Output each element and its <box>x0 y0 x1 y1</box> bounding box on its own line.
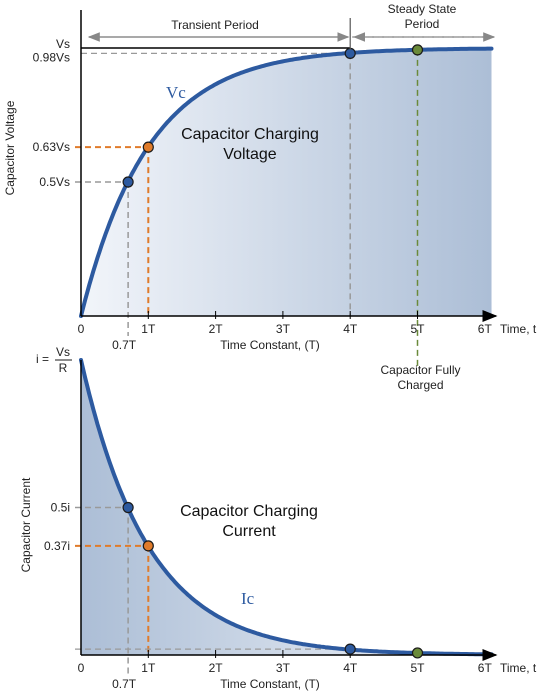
current-chart: 0 1T 2T 3T 4T 5T 6T 0.7T Time, t Time Constant, (… <box>19 345 537 691</box>
y-tick-label: 0.37i <box>44 539 70 553</box>
steady-state-period-label: Period <box>405 17 440 31</box>
x-tick-label: 4T <box>343 322 358 336</box>
transient-period-label: Transient Period <box>171 18 259 32</box>
y-tick-label: 0.63Vs <box>33 140 70 154</box>
x-tick-label: 5T <box>410 322 425 336</box>
initial-current-prefix: i = <box>36 352 49 366</box>
data-point <box>142 141 154 153</box>
x-tick-label: 2T <box>209 661 224 675</box>
x-tick-label: 3T <box>276 661 291 675</box>
data-point <box>122 501 134 514</box>
x-axis-title: Time Constant, (T) <box>220 338 320 352</box>
x-tick-label: 1T <box>141 661 156 675</box>
y-axis-title: Capacitor Voltage <box>3 100 17 195</box>
x-tick-label: 4T <box>343 661 358 675</box>
y-tick-label: 0.5i <box>51 501 70 515</box>
x-axis-end-label: Time, t <box>500 322 537 336</box>
x-label-0-7T: 0.7T <box>112 338 137 352</box>
y-tick-label: 0.98Vs <box>33 50 70 64</box>
x-tick-label: 1T <box>141 322 156 336</box>
x-tick-label: 0 <box>78 661 85 675</box>
area-fill <box>81 48 492 316</box>
curve-label: Ic <box>241 589 255 608</box>
initial-current-numerator: Vs <box>56 345 70 359</box>
chart-title: Voltage <box>223 146 276 163</box>
x-tick-label: 6T <box>478 661 493 675</box>
curve-label: Vc <box>166 83 186 102</box>
data-point <box>122 176 134 188</box>
rc-charging-diagram: 0 1T 2T 3T 4T 5T 6T 0.7T Time, t Time Constant, (… <box>3 2 537 691</box>
x-label-0-7T: 0.7T <box>112 677 137 691</box>
data-point <box>344 643 356 655</box>
x-axis-end-label: Time, t <box>500 661 537 675</box>
x-tick-label: 0 <box>78 322 85 336</box>
data-point <box>411 647 424 659</box>
initial-current-denominator: R <box>59 361 68 375</box>
y-tick-label: 0.5Vs <box>39 175 70 189</box>
x-tick-label: 5T <box>410 661 425 675</box>
steady-state-period-label: Steady State <box>388 2 457 16</box>
x-tick-label: 3T <box>276 322 291 336</box>
data-point <box>411 44 424 56</box>
chart-title: Current <box>222 523 276 540</box>
fully-charged-label: Charged <box>397 378 443 392</box>
voltage-chart: 0 1T 2T 3T 4T 5T 6T 0.7T Time, t Time Constant, (… <box>3 2 537 392</box>
fully-charged-label: Capacitor Fully <box>380 363 460 377</box>
data-point <box>142 540 154 552</box>
x-tick-label: 2T <box>209 322 224 336</box>
y-axis-title: Capacitor Current <box>19 477 33 572</box>
y-tick-label: Vs <box>56 37 70 51</box>
chart-title: Capacitor Charging <box>180 503 318 520</box>
x-axis-title: Time Constant, (T) <box>220 677 320 691</box>
chart-title: Capacitor Charging <box>181 126 319 143</box>
x-tick-label: 6T <box>478 322 493 336</box>
